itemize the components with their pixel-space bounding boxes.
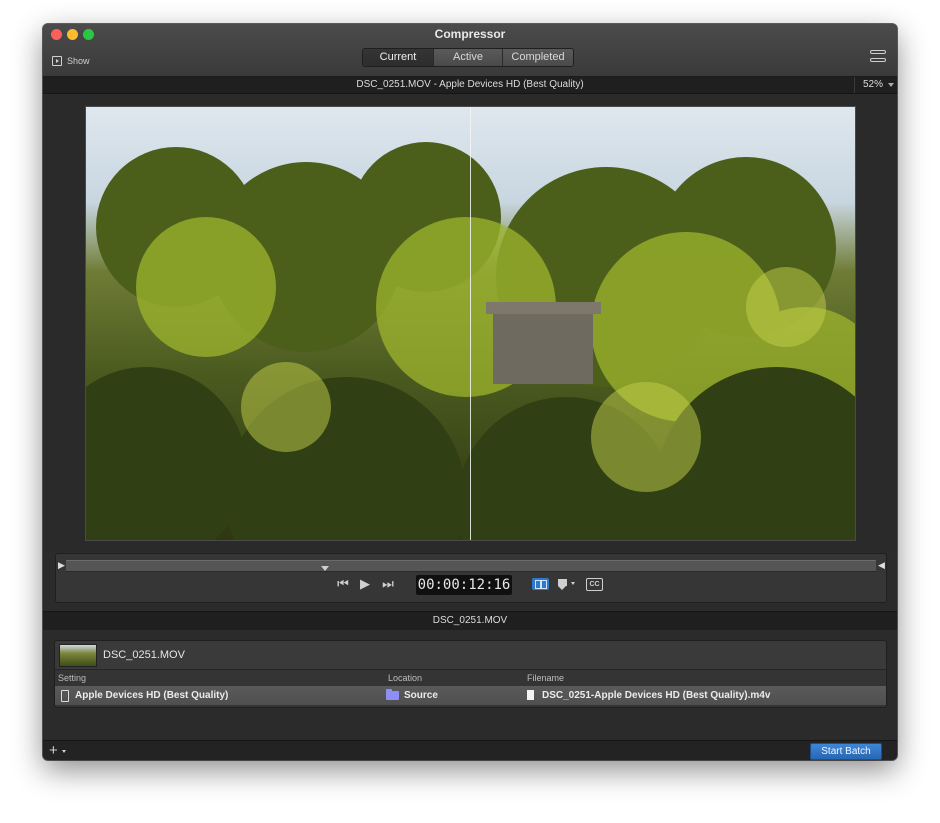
go-to-end-icon[interactable]: ⏭ <box>379 576 397 594</box>
footer-bar: + Start Batch <box>43 740 897 760</box>
column-location: Location <box>388 673 423 683</box>
job-thumbnail <box>59 644 97 667</box>
device-icon <box>61 690 69 702</box>
play-icon[interactable]: ▶ <box>356 576 374 594</box>
video-preview <box>85 106 856 541</box>
show-sidebar-button[interactable]: Show <box>52 56 90 66</box>
job-header[interactable]: DSC_0251.MOV <box>55 641 886 670</box>
folder-icon <box>386 689 399 700</box>
batch-area: DSC_0251.MOV Setting Location Filename A… <box>43 630 897 740</box>
sidebar-icon <box>52 56 62 66</box>
preview-title: DSC_0251.MOV - Apple Devices HD (Best Qu… <box>356 79 584 90</box>
preview-header: DSC_0251.MOV - Apple Devices HD (Best Qu… <box>43 77 897 94</box>
zoom-menu[interactable]: 52% <box>853 77 897 93</box>
location-value[interactable]: Source <box>404 686 438 705</box>
inspector-toggle-icon[interactable] <box>870 49 886 65</box>
tab-completed[interactable]: Completed <box>503 49 573 66</box>
timeline-scrubber[interactable] <box>66 560 876 572</box>
batch-title: DSC_0251.MOV <box>43 611 897 631</box>
closed-captions-icon[interactable]: CC <box>586 578 603 591</box>
file-icon <box>527 690 534 700</box>
job-panel[interactable]: DSC_0251.MOV Setting Location Filename A… <box>54 640 887 708</box>
in-point-icon[interactable]: ▶ <box>58 559 65 571</box>
title-bar: Compressor Show Current Active Completed <box>43 24 897 77</box>
tab-current[interactable]: Current <box>363 49 434 66</box>
split-view-icon[interactable] <box>532 578 549 590</box>
chevron-down-icon[interactable] <box>62 750 66 753</box>
table-row[interactable]: Apple Devices HD (Best Quality) Source D… <box>55 686 886 705</box>
setting-name: Apple Devices HD (Best Quality) <box>75 690 229 701</box>
out-point-icon[interactable]: ◀ <box>878 559 885 571</box>
output-filename[interactable]: DSC_0251-Apple Devices HD (Best Quality)… <box>542 686 770 705</box>
tab-active[interactable]: Active <box>434 49 503 66</box>
show-label: Show <box>67 56 90 66</box>
start-batch-button[interactable]: Start Batch <box>810 743 882 760</box>
view-tabs: Current Active Completed <box>362 48 574 67</box>
chevron-down-icon <box>888 83 894 87</box>
add-icon[interactable]: + <box>49 742 58 760</box>
preview-viewer <box>43 94 897 552</box>
column-setting: Setting <box>58 673 87 683</box>
compressor-window: Compressor Show Current Active Completed… <box>43 24 897 760</box>
window-title: Compressor <box>434 27 506 41</box>
playhead-icon[interactable] <box>321 566 329 571</box>
split-view-divider[interactable] <box>470 107 471 540</box>
job-name: DSC_0251.MOV <box>103 649 185 661</box>
column-headers: Setting Location Filename <box>55 670 886 686</box>
go-to-start-icon[interactable]: ⏮ <box>334 576 352 594</box>
timecode-display: 00:00:12:16 <box>416 575 512 595</box>
zoom-level: 52% <box>862 79 883 90</box>
column-filename: Filename <box>527 673 565 683</box>
transport-bar: ▶ ◀ ⏮ ▶ ⏭ 00:00:12:16 CC <box>55 553 887 603</box>
marker-icon[interactable] <box>558 578 578 590</box>
